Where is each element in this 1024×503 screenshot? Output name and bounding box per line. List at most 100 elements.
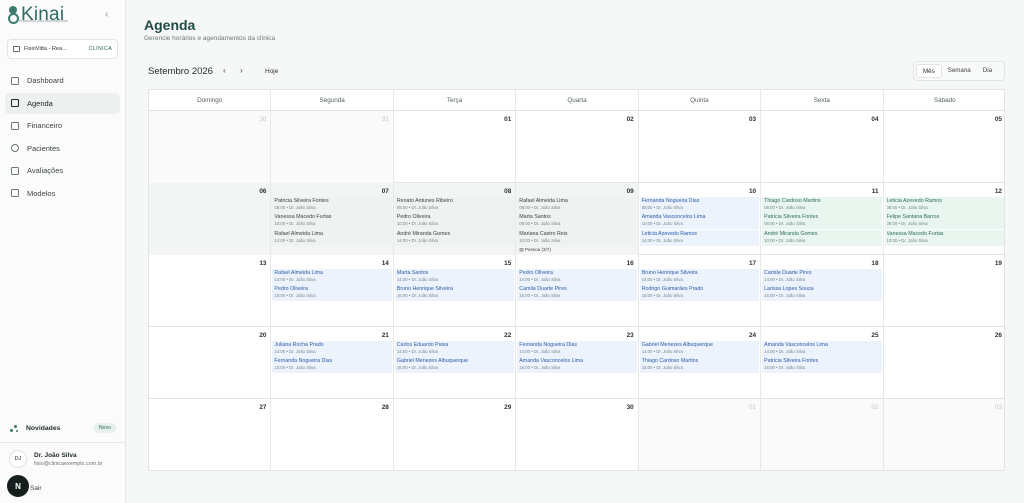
appointment-item[interactable]: Carlos Eduardo Paiva 14:00 • Dr. João Sil… [394, 341, 515, 357]
calendar-day[interactable]: 05 [884, 111, 1004, 183]
calendar-day[interactable]: 10 Fernanda Nogueira Dias 08:00 • Dr. João… [639, 183, 762, 255]
appointment-time: 08:00 • Dr. João Silva [764, 205, 806, 210]
appointment-item[interactable]: Pedro Oliveira 14:00 • Dr. João Silva [517, 269, 637, 285]
appointment-item[interactable]: Fernanda Nogueira Dias 16:00 • Dr. João S… [272, 357, 392, 374]
appointment-item[interactable]: Vanessa Macedo Furtas 10:00 • Dr. João Si… [272, 213, 392, 230]
news-button[interactable]: Novidades Novo [10, 421, 116, 435]
calendar-day[interactable]: 27 [149, 399, 272, 470]
appointment-item[interactable]: Camila Duarte Pires 14:00 • Dr. João Silv… [762, 269, 882, 285]
appointment-item[interactable]: Bruno Henrique Silveira 16:00 • Dr. João … [394, 285, 515, 302]
appointment-patient: Fernanda Nogueira Dias [519, 342, 577, 348]
calendar-day[interactable]: 14 Rafael Almeida Lima 14:00 • Dr. João Si… [271, 255, 394, 327]
appointment-item[interactable]: Felipe Santana Barros 09:00 • Dr. João Si… [884, 213, 1004, 230]
appointment-item[interactable]: Rafael Almeida Lima 14:00 • Dr. João Silv… [272, 229, 392, 246]
calendar-day[interactable]: 22 Carlos Eduardo Paiva 14:00 • Dr. João S… [394, 327, 517, 399]
calendar-day[interactable]: 30 [149, 111, 272, 183]
appointment-item[interactable]: Rodrigo Guimarães Prado 16:00 • Dr. João … [639, 285, 760, 302]
calendar-day[interactable]: 03 [883, 399, 1004, 470]
calendar-day[interactable]: 28 [271, 399, 394, 470]
more-appointments-link[interactable]: ▤ Pessoa (3/7) [517, 246, 636, 253]
calendar-day[interactable]: 17 Bruno Henrique Silveira 14:00 • Dr. Joã… [639, 255, 762, 327]
previous-month-button[interactable]: ‹ [223, 66, 226, 75]
appointment-item[interactable]: Gabriel Menezes Albuquerque 14:00 • Dr. J… [639, 341, 760, 357]
calendar-day[interactable]: 01 [394, 111, 517, 183]
appointment-item[interactable]: Amanda Vasconcelos Lima 16:00 • Dr. João … [517, 357, 637, 374]
appointment-item[interactable]: Mariana Castro Reis 10:00 • Dr. João Silv… [517, 229, 637, 246]
appointment-item[interactable]: Marta Santos 14:00 • Dr. João Silva [394, 269, 515, 285]
calendar-day[interactable]: 13 [149, 255, 272, 327]
calendar-day[interactable]: 26 [884, 327, 1004, 399]
calendar-day[interactable]: 12 Leticia Azevedo Ramos 08:00 • Dr. João … [884, 183, 1004, 255]
view-semana-button[interactable]: Semana [942, 64, 977, 78]
appointment-item[interactable]: Fernanda Nogueira Dias 14:00 • Dr. João S… [517, 341, 637, 357]
sidebar-item-pacientes[interactable]: Pacientes [5, 138, 120, 159]
sidebar-item-agenda[interactable]: Agenda [5, 92, 120, 114]
today-button[interactable]: Hoje [265, 68, 278, 75]
appointment-item[interactable]: Thiago Cardoso Martins 08:00 • Dr. João S… [762, 197, 882, 213]
next-month-button[interactable]: › [240, 66, 243, 75]
appointment-item[interactable]: Leticia Azevedo Ramos 08:00 • Dr. João Si… [884, 197, 1004, 213]
appointment-item[interactable]: Renato Antunes Ribeiro 08:00 • Dr. João S… [394, 197, 515, 213]
appointment-item[interactable]: Camila Duarte Pires 16:00 • Dr. João Silv… [517, 285, 637, 302]
calendar-day[interactable]: 01 [638, 399, 762, 470]
calendar-day[interactable]: 15 Marta Santos 14:00 • Dr. João Silva Brun… [394, 255, 517, 327]
appointment-patient: Rodrigo Guimarães Prado [641, 286, 704, 293]
sidebar-item-avaliacoes[interactable]: Avaliações [5, 160, 120, 181]
appointment-item[interactable]: Leticia Azevedo Ramos 14:00 • Dr. João Si… [639, 229, 760, 246]
appointment-item[interactable]: Fernanda Nogueira Dias 08:00 • Dr. João S… [639, 197, 760, 213]
calendar-day[interactable]: 21 Juliana Rocha Prado 14:00 • Dr. João Si… [271, 327, 394, 399]
appointment-item[interactable]: Marta Santos 09:00 • Dr. João Silva [517, 213, 637, 230]
user-profile[interactable]: DJ Dr. João Silva fisio@clinicaexemplo.c… [9, 450, 102, 468]
appointment-item[interactable]: Amanda Vasconcelos Lima 10:00 • Dr. João … [639, 213, 760, 230]
appointment-item[interactable]: André Miranda Gomes 14:00 • Dr. João Silv… [394, 229, 515, 246]
appointment-item[interactable]: Rafael Almeida Lima 14:00 • Dr. João Silv… [272, 269, 392, 285]
appointment-item[interactable]: Thiago Cardoso Martins 16:00 • Dr. João S… [639, 357, 760, 374]
collapse-sidebar-button[interactable]: ‹ [105, 9, 108, 20]
calendar-day[interactable]: 02 [516, 111, 639, 183]
day-events: Bruno Henrique Silveira 14:00 • Dr. João … [639, 269, 760, 302]
sidebar-item-dashboard[interactable]: Dashboard [5, 70, 120, 91]
view-dia-button[interactable]: Dia [977, 64, 998, 78]
calendar-day[interactable]: 20 [149, 327, 272, 399]
sidebar-item-financeiro[interactable]: Financeiro [5, 115, 120, 136]
view-mes-button[interactable]: Mês [916, 64, 942, 78]
appointment-item[interactable]: Patricia Silveira Fontes 16:00 • Dr. João… [762, 357, 882, 374]
calendar-day[interactable]: 23 Fernanda Nogueira Dias 14:00 • Dr. João… [516, 327, 639, 399]
appointment-item[interactable]: Pedro Oliveira 16:00 • Dr. João Silva [272, 285, 392, 302]
calendar-day[interactable]: 16 Pedro Oliveira 14:00 • Dr. João Silva Ca… [516, 255, 639, 327]
calendar-day[interactable]: 04 [761, 111, 884, 183]
appointment-item[interactable]: André Miranda Gomes 10:00 • Dr. João Silv… [762, 229, 882, 246]
calendar-day[interactable]: 30 [516, 399, 639, 470]
appointment-patient: Juliana Rocha Prado [274, 342, 324, 348]
appointment-item[interactable]: Patricia Silveira Fontes 09:00 • Dr. João… [762, 213, 882, 230]
calendar-day[interactable]: 02 [761, 399, 884, 470]
calendar-day[interactable]: 07 Patricia Silveira Fontes 08:00 • Dr. Jo… [271, 183, 394, 255]
calendar-day[interactable]: 19 [884, 255, 1004, 327]
calendar-day[interactable]: 08 Renato Antunes Ribeiro 08:00 • Dr. João… [393, 183, 517, 255]
appointment-item[interactable]: Amanda Vasconcelos Lima 14:00 • Dr. João … [762, 341, 882, 357]
calendar-day[interactable]: 24 Gabriel Menezes Albuquerque 14:00 • Dr.… [639, 327, 762, 399]
calendar-day[interactable]: 06 [149, 183, 272, 255]
calendar-day[interactable]: 31 [271, 111, 394, 183]
calendar-day[interactable]: 09 Rafael Almeida Lima 08:00 • Dr. João Si… [516, 183, 639, 255]
calendar-day[interactable]: 18 Camila Duarte Pires 14:00 • Dr. João Si… [761, 255, 884, 327]
appointment-patient: Leticia Azevedo Ramos [641, 230, 698, 237]
calendar-day[interactable]: 03 [639, 111, 762, 183]
appointment-patient: Vanessa Macedo Furtas [274, 214, 332, 221]
day-number: 02 [626, 116, 634, 123]
calendar-day[interactable]: 29 [394, 399, 517, 470]
appointment-item[interactable]: Gabriel Menezes Albuquerque 16:00 • Dr. J… [394, 357, 515, 374]
appointment-item[interactable]: Patricia Silveira Fontes 08:00 • Dr. João… [272, 197, 392, 213]
appointment-item[interactable]: Juliana Rocha Prado 14:00 • Dr. João Silv… [272, 341, 392, 357]
sidebar-item-modelos[interactable]: Modelos [5, 183, 120, 204]
calendar-day[interactable]: 25 Amanda Vasconcelos Lima 14:00 • Dr. Joã… [761, 327, 884, 399]
appointment-item[interactable]: Vanessa Macedo Furtas 10:00 • Dr. João Si… [884, 229, 1004, 246]
logout-button[interactable]: Sair [30, 485, 42, 492]
appointment-item[interactable]: Rafael Almeida Lima 08:00 • Dr. João Silv… [517, 197, 637, 213]
clinic-selector[interactable]: FisioVitta - Rea... CLÍNICA [7, 39, 118, 59]
appointment-item[interactable]: Larissa Lopes Souza 16:00 • Dr. João Silv… [762, 285, 882, 302]
appointment-item[interactable]: Bruno Henrique Silveira 14:00 • Dr. João … [639, 269, 760, 285]
appointment-item[interactable]: Pedro Oliveira 10:00 • Dr. João Silva [394, 213, 515, 230]
calendar-day[interactable]: 11 Thiago Cardoso Martins 08:00 • Dr. João… [761, 183, 884, 255]
floating-action-button[interactable]: N [7, 475, 29, 497]
